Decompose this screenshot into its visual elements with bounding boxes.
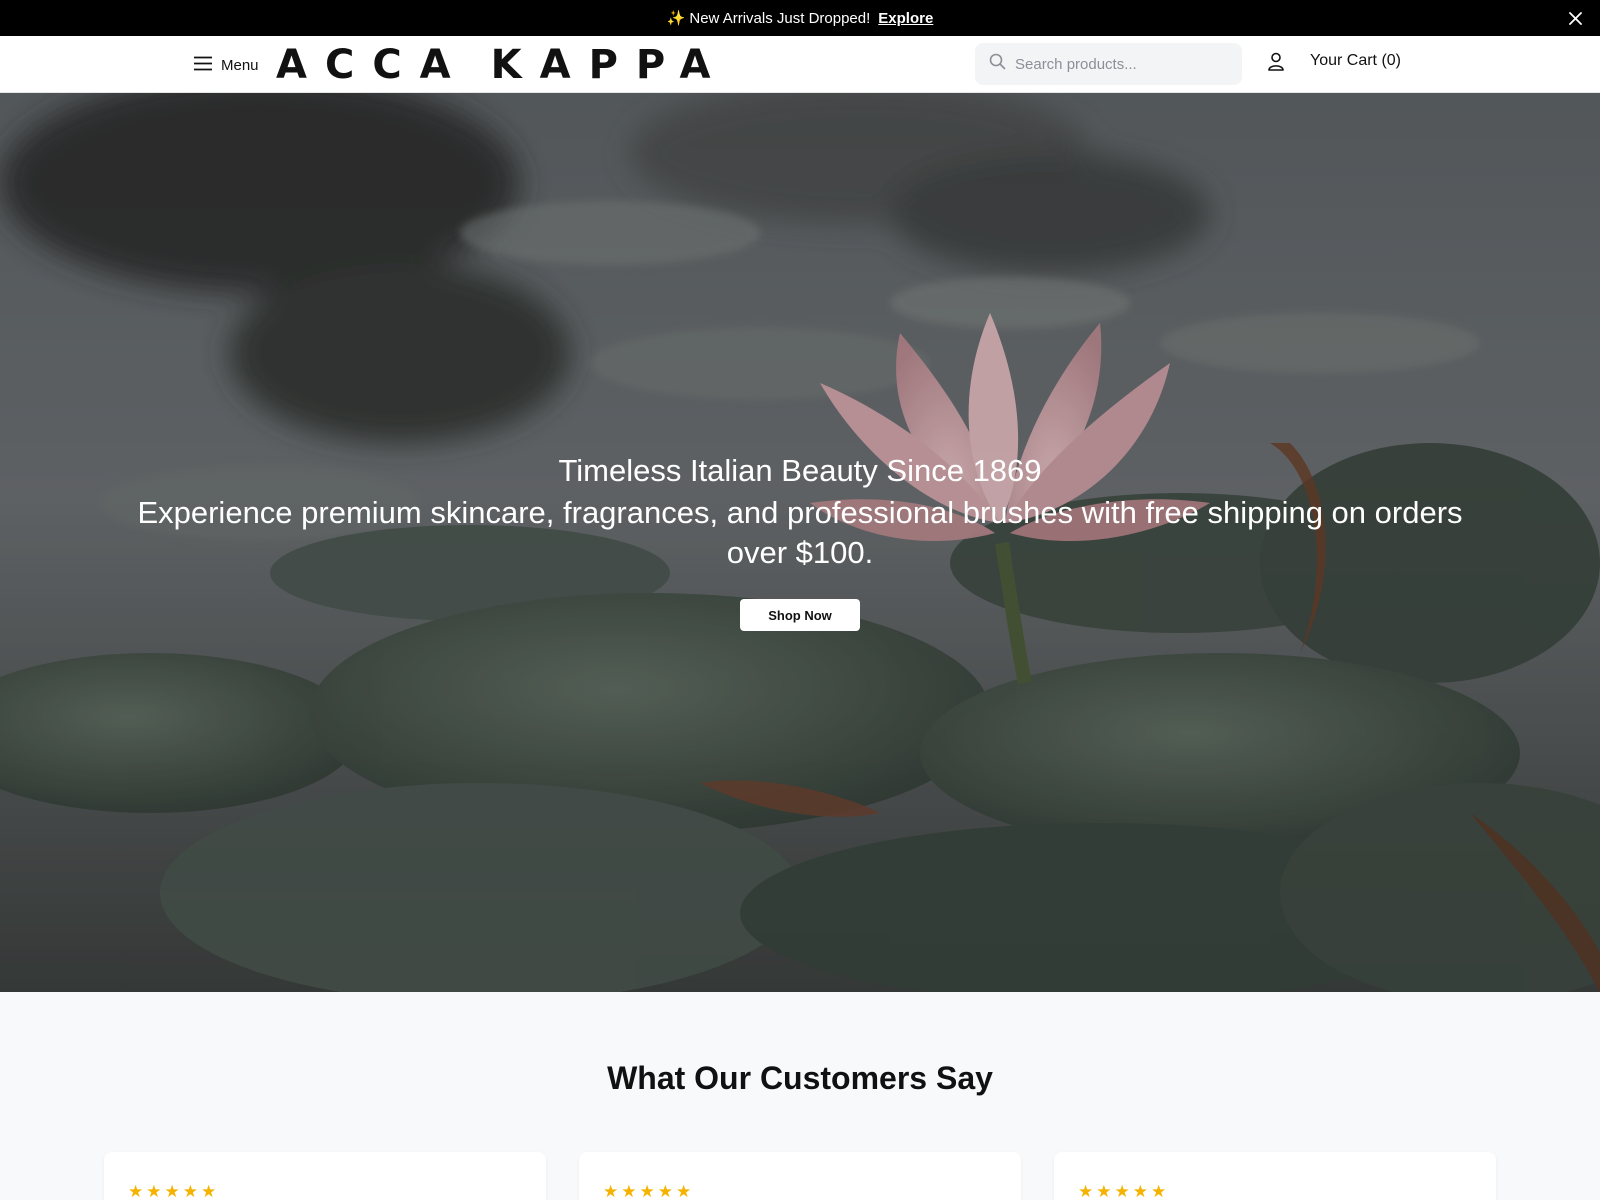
star-rating: ★★★★★ (1078, 1182, 1170, 1200)
hero-banner: Timeless Italian Beauty Since 1869 Exper… (0, 93, 1600, 992)
review-card: ★★★★★ (579, 1152, 1021, 1200)
star-rating: ★★★★★ (128, 1182, 220, 1200)
search-box (975, 43, 1242, 85)
logo-word-2: KAPPA (490, 42, 729, 88)
site-header: Menu ACCA KAPPA Your Cart (0) (0, 36, 1600, 93)
shop-now-button[interactable]: Shop Now (740, 599, 860, 631)
review-card: ★★★★★ (1054, 1152, 1496, 1200)
explore-link[interactable]: Explore (878, 10, 933, 27)
account-button[interactable] (1264, 52, 1288, 76)
sparkles-icon: ✨ (666, 10, 686, 27)
close-icon[interactable] (1564, 7, 1586, 29)
menu-button[interactable]: Menu (194, 50, 259, 80)
search-icon (989, 53, 1006, 75)
hamburger-icon (194, 56, 212, 75)
logo-word-1: ACCA (276, 42, 469, 88)
menu-label: Menu (221, 56, 259, 74)
hero-content: Timeless Italian Beauty Since 1869 Exper… (0, 93, 1600, 992)
section-title: What Our Customers Say (607, 1060, 993, 1096)
brand-logo[interactable]: ACCA KAPPA (276, 40, 729, 90)
testimonials-section: What Our Customers Say ★★★★★ ★★★★★ ★★★★★ (0, 992, 1600, 1200)
cart-button[interactable]: Your Cart (0) (1310, 52, 1401, 70)
announcement-bar: ✨ New Arrivals Just Dropped! Explore (0, 0, 1600, 36)
search-input[interactable] (1015, 55, 1225, 73)
hero-subtitle: Experience premium skincare, fragrances,… (137, 495, 1463, 570)
announcement-text: New Arrivals Just Dropped! (689, 9, 871, 27)
star-rating: ★★★★★ (603, 1182, 695, 1200)
review-card: ★★★★★ (104, 1152, 546, 1200)
user-icon (1268, 52, 1284, 76)
hero-title: Timeless Italian Beauty Since 1869 (558, 453, 1042, 488)
